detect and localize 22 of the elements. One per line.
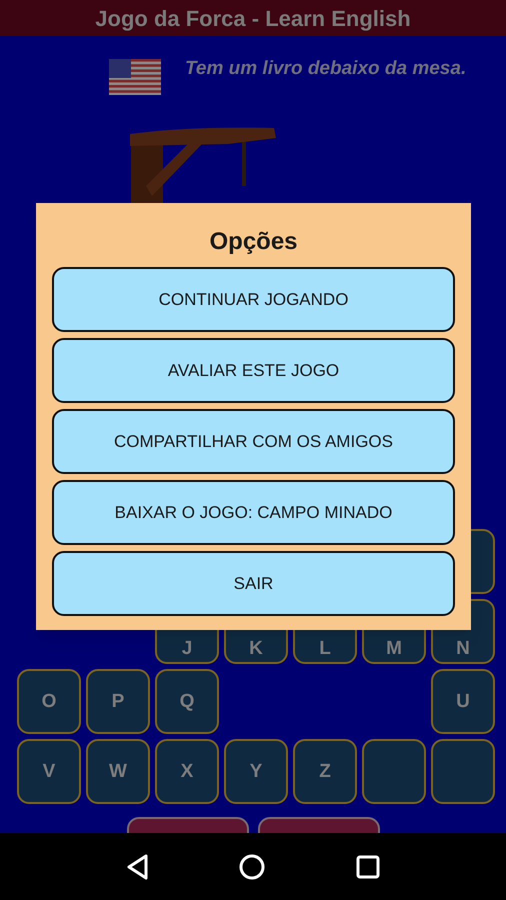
option-button[interactable]: COMPARTILHAR COM OS AMIGOS [52, 409, 455, 474]
letter-key[interactable]: V [17, 739, 81, 804]
app-title: Jogo da Forca - Learn English [95, 4, 411, 33]
letter-key[interactable]: Q [155, 669, 219, 734]
blank-key[interactable] [431, 739, 495, 804]
blank-key[interactable] [362, 739, 426, 804]
back-icon[interactable] [126, 854, 148, 880]
dialog-title: Opções [209, 227, 298, 257]
home-icon[interactable] [238, 854, 265, 880]
letter-key[interactable]: W [86, 739, 150, 804]
recents-icon[interactable] [356, 854, 380, 878]
letter-key[interactable]: P [86, 669, 150, 734]
option-button[interactable]: CONTINUAR JOGANDO [52, 267, 455, 332]
option-button[interactable]: SAIR [52, 551, 455, 616]
letter-key[interactable]: O [17, 669, 81, 734]
letter-key[interactable]: U [431, 669, 495, 734]
option-button[interactable]: BAIXAR O JOGO: CAMPO MINADO [52, 480, 455, 545]
hint-text: Tem um livro debaixo da mesa. [185, 57, 466, 81]
letter-key[interactable]: Z [293, 739, 357, 804]
letter-key[interactable]: X [155, 739, 219, 804]
letter-key[interactable]: Y [224, 739, 288, 804]
option-button[interactable]: AVALIAR ESTE JOGO [52, 338, 455, 403]
